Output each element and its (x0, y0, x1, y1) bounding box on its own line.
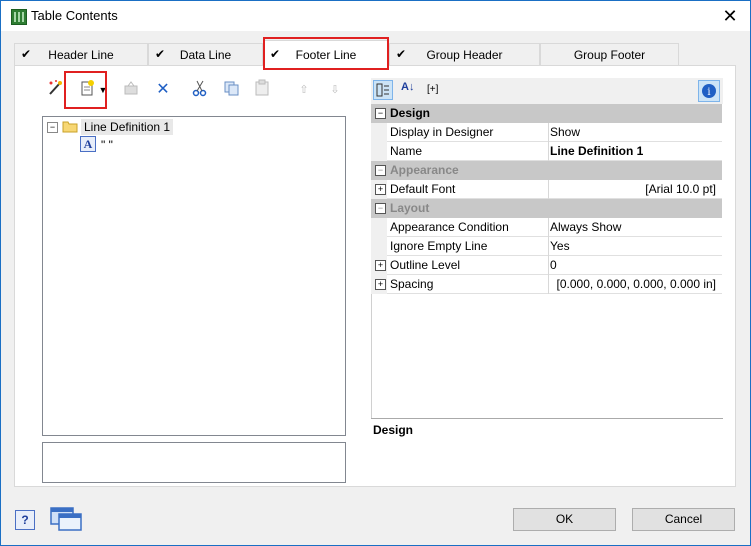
column-divider (548, 218, 549, 237)
expand-icon[interactable]: + (375, 279, 386, 290)
property-row[interactable]: + Outline Level 0 (371, 256, 722, 275)
close-icon[interactable]: ✕ (715, 5, 745, 27)
column-divider (548, 142, 549, 161)
property-value[interactable]: [0.000, 0.000, 0.000, 0.000 in] (557, 277, 716, 291)
collapse-icon[interactable]: − (375, 108, 386, 119)
info-icon[interactable]: i (698, 80, 720, 102)
category-layout[interactable]: − Layout (371, 199, 722, 218)
copy-icon[interactable] (220, 79, 242, 101)
column-divider (548, 123, 549, 142)
collapse-icon[interactable]: − (375, 165, 386, 176)
category-label: Appearance (390, 163, 459, 177)
tab-label: Group Footer (573, 48, 646, 62)
tree-item-line-definition[interactable]: Line Definition 1 (81, 119, 174, 135)
tab-label: Header Line (48, 48, 114, 62)
column-divider (548, 256, 549, 275)
windows-icon[interactable] (49, 506, 83, 535)
folder-icon (62, 119, 78, 136)
text-field-icon: A (80, 136, 96, 152)
category-label: Layout (390, 201, 430, 215)
row-gutter (371, 237, 387, 256)
line-tree[interactable]: − Line Definition 1 A " " (42, 116, 346, 436)
collapse-icon[interactable]: − (375, 203, 386, 214)
expand-icon[interactable]: + (375, 184, 386, 195)
property-name: Appearance Condition (390, 220, 509, 234)
property-description: Design (371, 418, 723, 485)
property-toolbar: A↓ [+] i (371, 78, 723, 104)
property-name: Outline Level (390, 258, 461, 272)
collapse-icon[interactable]: − (47, 122, 58, 133)
property-name: Display in Designer (390, 125, 494, 139)
tab-data-line[interactable]: ✔ Data Line (148, 43, 263, 65)
property-name: Ignore Empty Line (390, 239, 488, 253)
column-divider (548, 237, 549, 256)
tab-label: Group Header (426, 48, 503, 62)
property-row[interactable]: + Default Font [Arial 10.0 pt] (371, 180, 722, 199)
tab-group-footer[interactable]: Group Footer (540, 43, 679, 65)
property-value[interactable]: 0 (550, 258, 557, 272)
category-design[interactable]: − Design (371, 104, 722, 123)
delete-icon[interactable]: ✕ (152, 79, 174, 101)
property-value[interactable]: [Arial 10.0 pt] (645, 182, 716, 196)
property-value[interactable]: Yes (550, 239, 570, 253)
property-row[interactable]: Name Line Definition 1 (371, 142, 722, 161)
property-row[interactable]: Display in Designer Show (371, 123, 722, 142)
window-title: Table Contents (31, 8, 118, 23)
tab-header-line[interactable]: ✔ Header Line (14, 43, 148, 65)
expand-all-button[interactable]: [+] (427, 84, 438, 95)
categorized-icon[interactable] (373, 80, 393, 100)
svg-text:i: i (707, 87, 710, 98)
column-divider (548, 180, 549, 199)
cut-icon[interactable] (189, 79, 211, 101)
sort-az-icon[interactable]: A↓ (401, 81, 414, 93)
ok-button[interactable]: OK (513, 508, 616, 531)
wizard-icon[interactable] (44, 79, 66, 101)
cancel-button[interactable]: Cancel (632, 508, 735, 531)
move-down-icon: ⇩ (330, 84, 340, 96)
app-icon (11, 9, 27, 25)
properties-icon (120, 79, 142, 101)
description-title: Design (373, 423, 414, 437)
category-appearance[interactable]: − Appearance (371, 161, 722, 180)
property-row[interactable]: + Spacing [0.000, 0.000, 0.000, 0.000 in… (371, 275, 722, 294)
property-name: Spacing (390, 277, 434, 291)
property-value[interactable]: Always Show (550, 220, 621, 234)
row-gutter (371, 142, 387, 161)
description-box (42, 442, 346, 483)
tab-label: Data Line (179, 48, 232, 62)
move-up-icon: ⇧ (299, 84, 309, 96)
property-row[interactable]: Appearance Condition Always Show (371, 218, 722, 237)
category-label: Design (390, 106, 431, 120)
title-bar: Table Contents ✕ (1, 1, 750, 31)
property-value[interactable]: Line Definition 1 (550, 144, 643, 158)
expand-icon[interactable]: + (375, 260, 386, 271)
property-name: Default Font (390, 182, 456, 196)
property-row[interactable]: Ignore Empty Line Yes (371, 237, 722, 256)
row-gutter (371, 123, 387, 142)
column-divider (548, 275, 549, 294)
footer-tab-highlight (263, 37, 389, 70)
row-gutter (371, 218, 387, 237)
tree-item-text[interactable]: " " (101, 138, 113, 152)
property-name: Name (390, 144, 423, 158)
help-icon[interactable]: ? (15, 510, 35, 530)
new-button-highlight (64, 71, 107, 109)
tab-group-header[interactable]: ✔ Group Header (389, 43, 540, 65)
property-value[interactable]: Show (550, 125, 580, 139)
paste-icon (251, 79, 273, 101)
